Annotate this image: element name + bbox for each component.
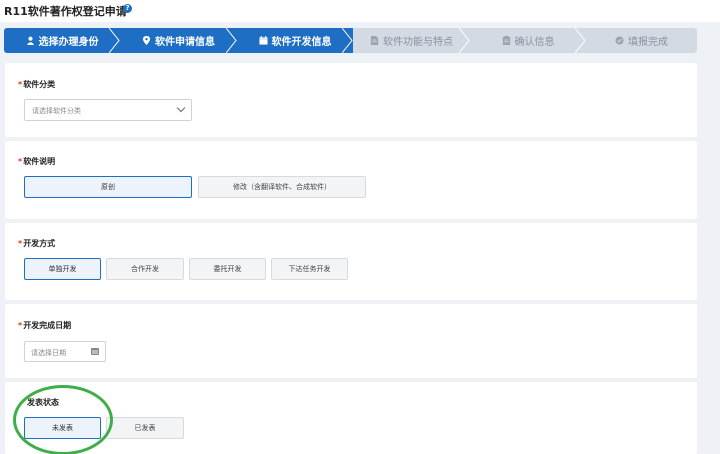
- option-commissioned-dev[interactable]: 委托开发: [189, 258, 266, 280]
- label-software-category: *软件分类: [18, 80, 56, 89]
- option-original[interactable]: 原创: [24, 176, 192, 198]
- check-circle-icon: [615, 36, 624, 45]
- date-placeholder: 请选择日期: [31, 349, 66, 357]
- option-published[interactable]: 已发表: [106, 417, 184, 439]
- calendar-icon: [258, 36, 268, 45]
- clipboard-icon: [502, 36, 510, 45]
- label-software-description: *软件说明: [18, 157, 56, 166]
- highlight-annotation-circle: [13, 385, 113, 454]
- step-progress-bar: 选择办理身份 软件申请信息 软件开发信息 软件功能与特点 确认信息 填报完成: [4, 28, 697, 53]
- chevron-down-icon: [176, 103, 186, 113]
- step-function-features[interactable]: 软件功能与特点: [353, 28, 470, 53]
- option-cooperative-dev[interactable]: 合作开发: [106, 258, 184, 280]
- step-label: 填报完成: [628, 37, 668, 48]
- step-label: 选择办理身份: [38, 37, 99, 48]
- step-label: 软件申请信息: [155, 37, 215, 48]
- user-icon: [26, 36, 34, 45]
- step-complete[interactable]: 填报完成: [586, 28, 697, 53]
- step-label: 软件开发信息: [271, 37, 332, 48]
- option-independent-dev[interactable]: 单独开发: [24, 258, 101, 280]
- select-placeholder: 请选择软件分类: [32, 107, 81, 115]
- page-title: R11软件著作权登记申请: [4, 5, 127, 18]
- option-modified[interactable]: 修改（含翻译软件、合成软件）: [198, 176, 366, 198]
- label-completion-date: *开发完成日期: [18, 321, 72, 330]
- software-category-select[interactable]: 请选择软件分类: [24, 99, 192, 121]
- option-assigned-task-dev[interactable]: 下达任务开发: [271, 258, 348, 280]
- step-application-info[interactable]: 软件申请信息: [120, 28, 237, 53]
- step-label: 软件功能与特点: [383, 37, 453, 48]
- completion-date-picker[interactable]: 请选择日期: [24, 341, 106, 362]
- location-pin-icon: [142, 36, 151, 45]
- calendar-icon: [91, 348, 99, 355]
- label-development-method: *开发方式: [18, 239, 56, 248]
- document-icon: [370, 36, 379, 45]
- title-bar: R11软件著作权登记申请 ?: [0, 0, 720, 22]
- step-development-info[interactable]: 软件开发信息: [237, 28, 353, 53]
- step-label: 确认信息: [514, 37, 555, 48]
- card-completion-date: [5, 304, 697, 378]
- step-select-identity[interactable]: 选择办理身份: [4, 28, 120, 53]
- question-circle-icon[interactable]: ?: [123, 4, 132, 13]
- step-confirm-info[interactable]: 确认信息: [470, 28, 586, 53]
